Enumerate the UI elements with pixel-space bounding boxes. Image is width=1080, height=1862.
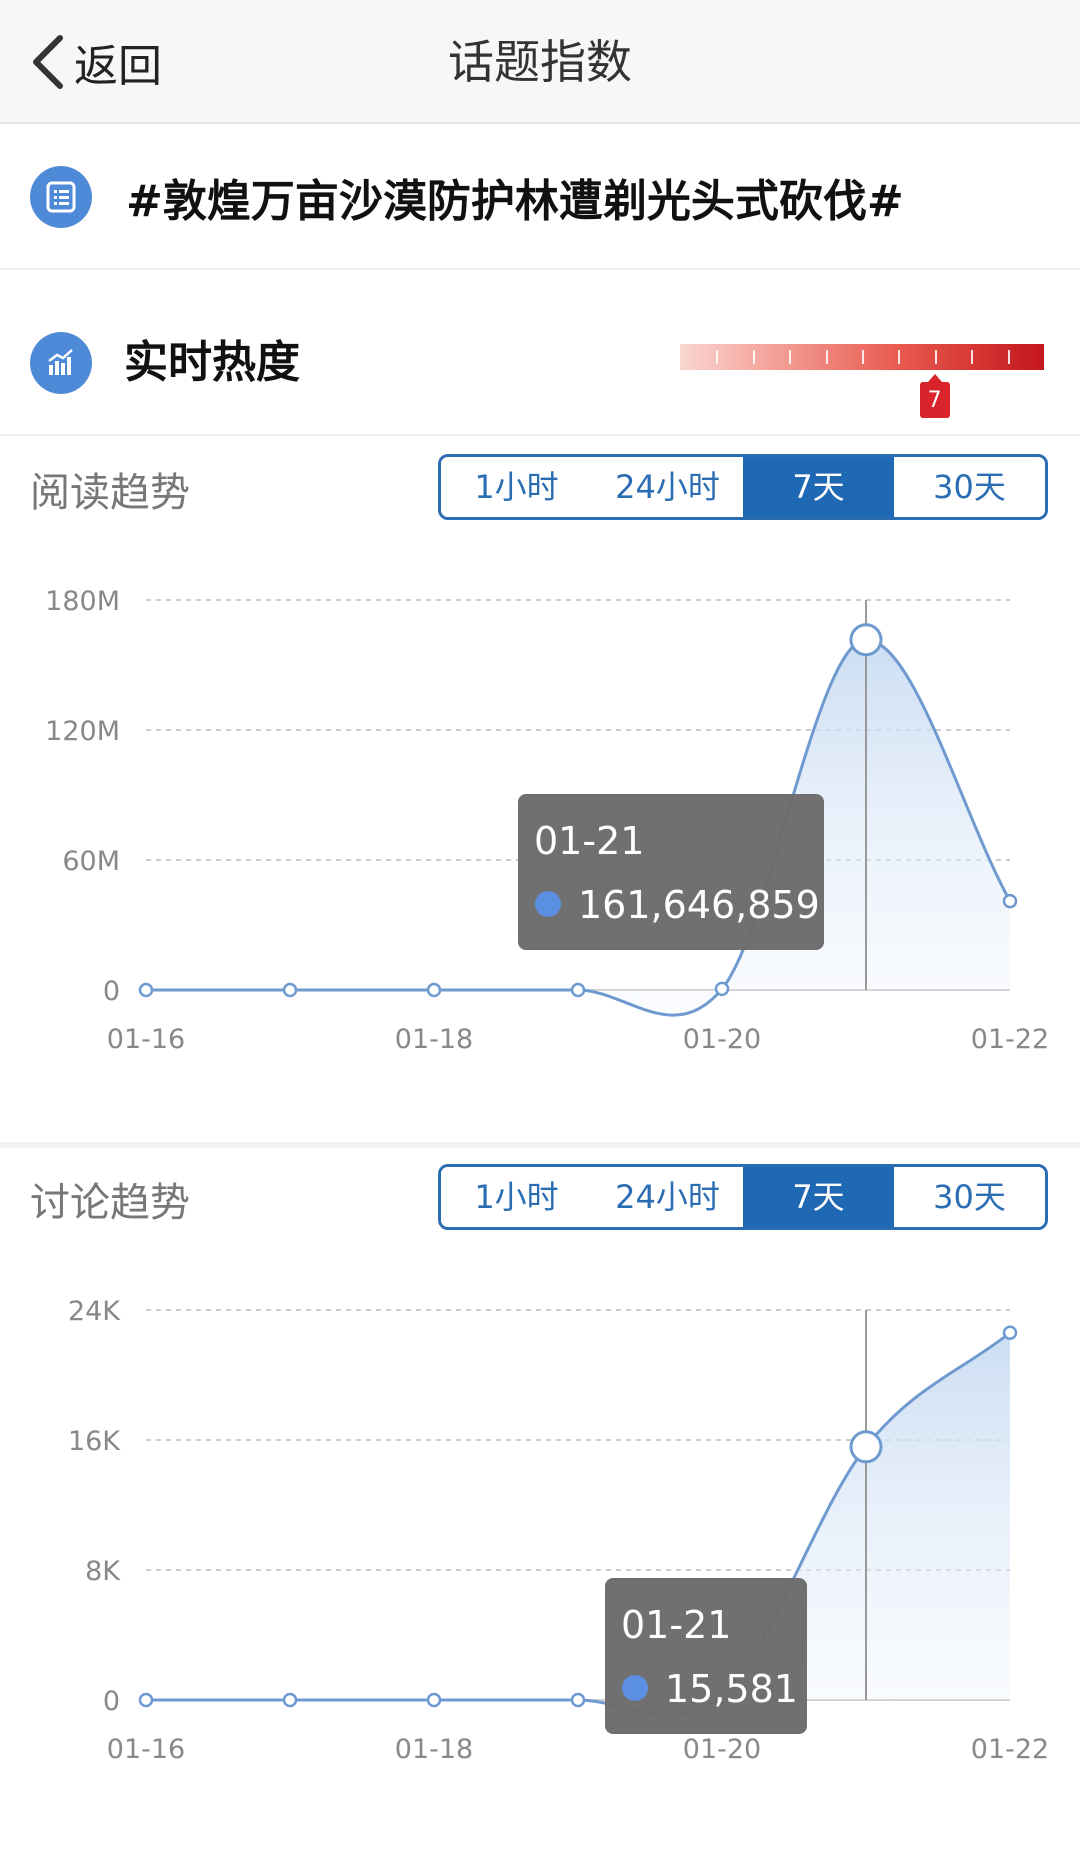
data-point[interactable]: [1002, 1325, 1018, 1340]
heat-bar-tick: [898, 350, 901, 364]
discuss-trend-section: 讨论趋势 1小时 24小时 7天 30天 0 8K 16K 24K 01-16 01-18…: [0, 1148, 1080, 1862]
data-point[interactable]: [426, 1692, 442, 1708]
x-tick-label: 01-20: [683, 1734, 761, 1765]
tab-1h[interactable]: 1小时: [441, 457, 592, 517]
x-tick-label: 01-16: [107, 1024, 185, 1055]
tooltip: 01-21 161,646,859: [518, 794, 824, 950]
data-point[interactable]: [570, 1692, 586, 1708]
heat-bar-tick: [752, 350, 755, 364]
x-tick-label: 01-18: [395, 1024, 473, 1055]
y-tick-label: 120M: [45, 716, 120, 747]
data-point[interactable]: [426, 982, 442, 998]
y-tick-label: 8K: [85, 1556, 121, 1587]
heat-level-marker: 7: [919, 374, 950, 418]
discuss-trend-title: 讨论趋势: [30, 1180, 190, 1226]
data-point[interactable]: [282, 1692, 298, 1708]
x-tick-label: 01-16: [107, 1734, 185, 1765]
highlighted-point[interactable]: [849, 1430, 883, 1464]
y-tick-label: 0: [103, 1686, 120, 1717]
tooltip-value: 161,646,859: [578, 883, 820, 927]
tab-7d[interactable]: 7天: [743, 457, 894, 517]
heat-level-bar: [680, 344, 1044, 370]
x-tick-label: 01-22: [971, 1024, 1049, 1055]
heat-bar-tick: [934, 350, 937, 364]
topic-title: #敦煌万亩沙漠防护林遭剃光头式砍伐#: [126, 176, 904, 227]
highlighted-point[interactable]: [849, 623, 883, 657]
heat-bar-tick: [971, 350, 974, 364]
heat-bar-tick: [716, 350, 719, 364]
page-title: 话题指数: [448, 35, 632, 89]
heat-bar-tick: [825, 350, 828, 364]
read-trend-title: 阅读趋势: [30, 470, 190, 516]
discuss-trend-chart[interactable]: 0 8K 16K 24K 01-16 01-18 01-20 01-22 01-21 15,581: [0, 1232, 1080, 1852]
x-tick-label: 01-22: [971, 1734, 1049, 1765]
discuss-range-tabs: 1小时 24小时 7天 30天: [438, 1164, 1048, 1230]
tab-1h[interactable]: 1小时: [441, 1167, 592, 1227]
x-tick-label: 01-18: [395, 1734, 473, 1765]
y-tick-label: 60M: [62, 846, 120, 877]
x-tick-label: 01-20: [683, 1024, 761, 1055]
tab-24h[interactable]: 24小时: [592, 1167, 743, 1227]
heat-bar-tick: [789, 350, 792, 364]
tab-30d[interactable]: 30天: [894, 1167, 1045, 1227]
nav-bar: 返回 话题指数: [0, 0, 1080, 124]
y-tick-label: 16K: [68, 1426, 121, 1457]
data-point[interactable]: [1002, 893, 1018, 909]
y-tick-label: 180M: [45, 586, 120, 617]
data-point[interactable]: [138, 1692, 154, 1708]
read-range-tabs: 1小时 24小时 7天 30天: [438, 454, 1048, 520]
heat-bar-tick: [1007, 350, 1010, 364]
tooltip-series-dot: [535, 891, 561, 917]
heat-bar-tick: [862, 350, 864, 364]
y-tick-label: 24K: [68, 1296, 121, 1327]
data-point[interactable]: [138, 982, 154, 998]
tab-7d[interactable]: 7天: [743, 1167, 894, 1227]
read-trend-chart[interactable]: 0 60M 120M 180M 01-16 01-18 01-20 01-22 01-21 161…: [0, 522, 1080, 1142]
tooltip: 01-21 15,581: [605, 1578, 807, 1734]
heat-row: 实时热度 7: [0, 272, 1080, 436]
tooltip-date: 01-21: [621, 1603, 731, 1647]
y-tick-label: 0: [103, 976, 120, 1007]
list-icon: [30, 166, 92, 228]
heat-label: 实时热度: [124, 337, 300, 388]
tooltip-date: 01-21: [534, 819, 644, 863]
tab-24h[interactable]: 24小时: [592, 457, 743, 517]
tab-30d[interactable]: 30天: [894, 457, 1045, 517]
topic-header: #敦煌万亩沙漠防护林遭剃光头式砍伐#: [0, 126, 1080, 270]
trend-chart-icon: [30, 332, 92, 394]
data-point[interactable]: [714, 981, 730, 997]
tooltip-series-dot: [622, 1675, 648, 1701]
tooltip-value: 15,581: [665, 1667, 798, 1711]
data-point[interactable]: [282, 982, 298, 998]
data-point[interactable]: [570, 982, 586, 998]
read-trend-section: 阅读趋势 1小时 24小时 7天 30天 0 60M 120M 180M 01-16 01…: [0, 438, 1080, 1142]
series-area: [146, 1332, 1010, 1716]
